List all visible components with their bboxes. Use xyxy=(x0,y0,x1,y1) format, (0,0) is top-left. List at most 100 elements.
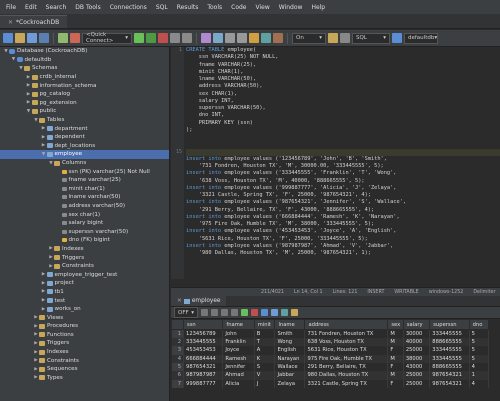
tree-item[interactable]: fname varchar(25) xyxy=(0,176,169,185)
tree-item[interactable]: ▶ employee_trigger_test xyxy=(0,270,169,279)
table-cell[interactable]: 5631 Rice, Houston TX xyxy=(304,346,389,355)
tree-item[interactable]: ▶ Constraints xyxy=(0,356,169,365)
table-cell[interactable]: M xyxy=(387,329,404,338)
chevron-icon[interactable]: ▶ xyxy=(41,126,47,131)
tree-item[interactable]: ▶ dependent xyxy=(0,133,169,142)
column-header-superssn[interactable]: superssn xyxy=(429,319,470,330)
settings-icon[interactable] xyxy=(340,33,350,43)
chevron-icon[interactable]: ▼ xyxy=(41,152,47,157)
prev-icon[interactable] xyxy=(211,309,218,316)
table-cell[interactable]: 975 Fire Oak, Humble TX xyxy=(304,354,389,363)
tree-item[interactable]: ▶ crdb_internal xyxy=(0,73,169,82)
save-icon[interactable] xyxy=(27,33,37,43)
tree-item[interactable]: ▶ test xyxy=(0,296,169,305)
tree-item[interactable]: ▶ Functions xyxy=(0,331,169,340)
table-cell[interactable]: 731 Fondren, Houston TX xyxy=(304,329,389,338)
tree-item[interactable]: ▶ information_schema xyxy=(0,81,169,90)
tree-item[interactable]: ▶ Types xyxy=(0,374,169,383)
disconnect-icon[interactable] xyxy=(70,33,80,43)
table-cell[interactable]: 638 Voss, Houston TX xyxy=(304,337,389,347)
chevron-icon[interactable]: ▶ xyxy=(41,289,47,294)
edit-icon[interactable] xyxy=(291,309,298,316)
table-cell[interactable]: K xyxy=(254,354,276,363)
execute-script-icon[interactable] xyxy=(146,33,156,43)
table-cell[interactable]: 987654321 xyxy=(429,371,470,380)
close-icon[interactable]: ✕ xyxy=(8,19,13,26)
tree-item[interactable]: ▶ Indexes xyxy=(0,348,169,357)
table-cell[interactable]: 987987987 xyxy=(183,371,224,380)
table-cell[interactable]: 333445555 xyxy=(429,354,470,363)
table-cell[interactable]: Ahmad xyxy=(222,371,255,380)
tree-item[interactable]: address varchar(50) xyxy=(0,202,169,211)
stop-icon[interactable] xyxy=(158,33,168,43)
chevron-icon[interactable]: ▶ xyxy=(41,307,47,312)
new-connection-icon[interactable] xyxy=(3,33,13,43)
table-row[interactable]: 1 123456789 John B Smith 731 Fondren, Houston… xyxy=(171,329,490,338)
tree-item[interactable]: salary bigint xyxy=(0,219,169,228)
table-cell[interactable]: M xyxy=(387,337,404,347)
table-row[interactable]: 3 453453453 Joyce A English 5631 Rice, Housto… xyxy=(171,346,490,355)
tree-item[interactable]: ▶ Procedures xyxy=(0,322,169,331)
tree-item[interactable]: ▼ defaultdb xyxy=(0,56,169,65)
tree-item[interactable]: ▶ dept_locations xyxy=(0,142,169,151)
table-cell[interactable]: V xyxy=(254,371,276,380)
menu-item[interactable]: View xyxy=(256,4,270,11)
table-cell[interactable]: A xyxy=(254,346,276,355)
table-cell[interactable]: 1 xyxy=(469,371,490,380)
table-row[interactable]: 6 987987987 Ahmad V Jabbar 980 Dallas, Housto… xyxy=(171,371,490,380)
menu-item[interactable]: Search xyxy=(46,4,67,11)
delete-row-icon[interactable] xyxy=(251,309,258,316)
find-icon[interactable] xyxy=(225,33,235,43)
table-cell[interactable]: J xyxy=(254,379,276,388)
tools-icon[interactable] xyxy=(328,33,338,43)
execute-icon[interactable] xyxy=(134,33,144,43)
chevron-icon[interactable]: ▶ xyxy=(41,135,47,140)
table-cell[interactable]: 453453453 xyxy=(183,346,224,355)
column-header-salary[interactable]: salary xyxy=(402,319,431,330)
tree-item[interactable]: sex char(1) xyxy=(0,210,169,219)
table-cell[interactable]: Smith xyxy=(274,329,306,338)
menu-item[interactable]: Tools xyxy=(207,4,222,11)
table-cell[interactable]: 987654321 xyxy=(429,379,470,388)
tree-item[interactable]: ▶ pg_catalog xyxy=(0,90,169,99)
chevron-icon[interactable]: ▶ xyxy=(41,143,47,148)
tree-item[interactable]: dno (FK) bigint xyxy=(0,236,169,245)
menu-item[interactable]: Help xyxy=(311,4,325,11)
column-header-lname[interactable]: lname xyxy=(274,319,306,330)
table-cell[interactable]: 5 xyxy=(469,337,490,347)
quick-connect-select[interactable]: <Quick Connect> ▾ xyxy=(82,32,132,44)
column-header-minit[interactable]: minit xyxy=(253,319,276,330)
chevron-icon[interactable]: ▼ xyxy=(26,109,32,114)
table-row[interactable]: 7 999887777 Alicia J Zelaya 3321 Castle, Spri… xyxy=(171,379,490,388)
table-cell[interactable]: F xyxy=(387,346,404,355)
tree-item[interactable]: ▶ pg_extension xyxy=(0,99,169,108)
table-cell[interactable]: Jabbar xyxy=(274,371,306,380)
table-row[interactable]: 4 666884444 Ramesh K Narayan 975 Fire Oak, Hu… xyxy=(171,354,490,363)
on-select[interactable]: On ▾ xyxy=(292,32,326,44)
sql-type-select[interactable]: SQL ▾ xyxy=(352,32,390,44)
table-cell[interactable]: 291 Berry, Bellaire, TX xyxy=(304,362,389,372)
table-cell[interactable]: 25000 xyxy=(403,371,431,380)
refresh-icon[interactable] xyxy=(261,309,268,316)
menu-item[interactable]: Window xyxy=(279,4,303,11)
column-header-ssn[interactable]: ssn xyxy=(183,319,224,330)
table-cell[interactable]: 666884444 xyxy=(183,354,224,363)
chevron-icon[interactable]: ▼ xyxy=(11,57,17,62)
table-cell[interactable]: 38000 xyxy=(403,354,431,363)
tree-item[interactable]: ▶ Views xyxy=(0,313,169,322)
menu-item[interactable]: DB Tools xyxy=(75,4,100,11)
table-cell[interactable]: T xyxy=(254,337,276,347)
table-cell[interactable]: 987654321 xyxy=(183,362,224,372)
database-icon[interactable] xyxy=(392,33,402,43)
table-cell[interactable]: Narayan xyxy=(274,354,306,363)
chevron-icon[interactable]: ▶ xyxy=(26,75,32,80)
tree-item[interactable]: lname varchar(50) xyxy=(0,193,169,202)
replace-icon[interactable] xyxy=(237,33,247,43)
tree-item[interactable]: ▶ works_on xyxy=(0,305,169,314)
menu-item[interactable]: Results xyxy=(177,4,199,11)
table-cell[interactable]: Jennifer xyxy=(222,362,255,372)
chevron-icon[interactable]: ▶ xyxy=(26,100,32,105)
chevron-icon[interactable]: ▶ xyxy=(41,298,47,303)
tree-item[interactable]: ▶ project xyxy=(0,279,169,288)
table-cell[interactable]: M xyxy=(387,371,404,380)
